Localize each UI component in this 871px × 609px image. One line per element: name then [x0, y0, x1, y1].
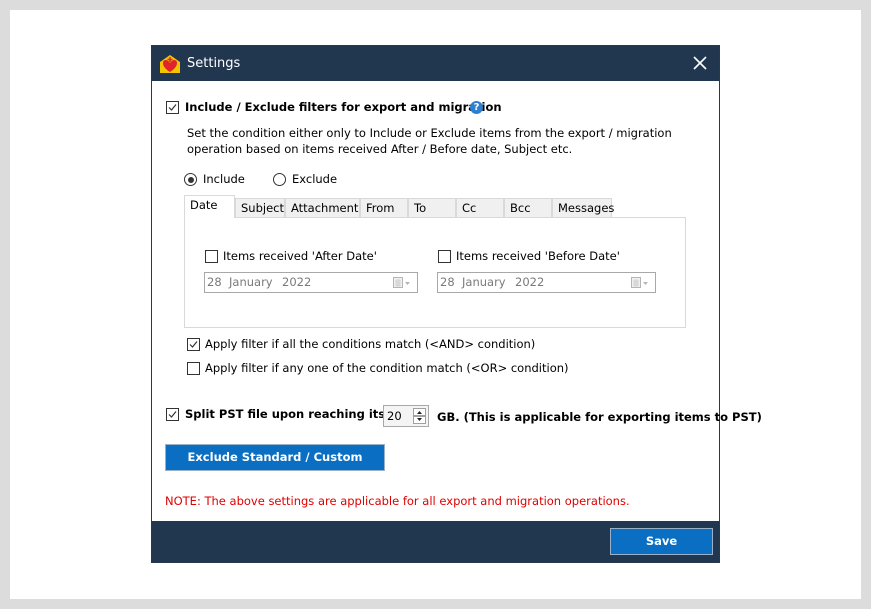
- after-date-label: Items received 'After Date': [223, 249, 377, 263]
- app-logo-icon: [160, 55, 180, 73]
- save-button[interactable]: Save: [610, 528, 713, 555]
- filters-description-line2: operation based on items received After …: [187, 142, 573, 156]
- help-icon[interactable]: ?: [470, 101, 483, 114]
- split-pst-checkbox[interactable]: [166, 408, 179, 421]
- exclude-folders-button[interactable]: Exclude Standard / Custom folders: [165, 444, 385, 489]
- checkmark-icon: [189, 341, 198, 348]
- after-date-month: January: [229, 275, 273, 289]
- split-pst-suffix: GB. (This is applicable for exporting it…: [437, 410, 762, 424]
- and-condition-label: Apply filter if all the conditions match…: [205, 337, 536, 351]
- tab-attachment[interactable]: Attachment: [285, 198, 360, 217]
- before-date-year: 2022: [515, 275, 545, 289]
- after-date-picker[interactable]: 28 January 2022: [204, 272, 418, 293]
- after-date-year: 2022: [282, 275, 312, 289]
- window-title: Settings: [187, 56, 241, 71]
- spin-arrows-icon[interactable]: [413, 408, 426, 424]
- include-radio-label: Include: [203, 172, 245, 186]
- before-date-label: Items received 'Before Date': [456, 249, 620, 263]
- split-size-stepper[interactable]: 20: [383, 405, 429, 427]
- exclude-radio-label: Exclude: [292, 172, 338, 186]
- checkmark-icon: [168, 104, 177, 111]
- calendar-dropdown-icon[interactable]: [393, 277, 411, 289]
- dialog-footer: Save: [152, 521, 719, 562]
- filters-description-line1: Set the condition either only to Include…: [187, 126, 672, 140]
- radio-selected-dot: [187, 176, 194, 183]
- after-date-day: 28: [207, 275, 222, 289]
- tab-messages[interactable]: Messages: [552, 198, 614, 217]
- settings-dialog: Settings Include / Exclude filters for e…: [151, 45, 762, 563]
- or-condition-label: Apply filter if any one of the condition…: [205, 361, 569, 375]
- tab-bcc[interactable]: Bcc: [504, 198, 552, 217]
- filters-enable-checkbox[interactable]: [166, 101, 179, 114]
- filters-enable-label: Include / Exclude filters for export and…: [185, 100, 502, 114]
- before-date-checkbox[interactable]: [438, 250, 451, 263]
- tab-subject[interactable]: Subject: [235, 198, 285, 217]
- close-icon[interactable]: [691, 54, 709, 72]
- before-date-day: 28: [440, 275, 455, 289]
- or-condition-checkbox[interactable]: [187, 362, 200, 375]
- tab-to[interactable]: To: [408, 198, 456, 217]
- before-date-picker[interactable]: 28 January 2022: [437, 272, 656, 293]
- tab-date[interactable]: Date: [184, 195, 235, 218]
- tab-cc[interactable]: Cc: [456, 198, 504, 217]
- split-pst-label: Split PST file upon reaching its size: [185, 407, 415, 421]
- tab-from[interactable]: From: [360, 198, 408, 217]
- split-size-value: 20: [387, 409, 402, 423]
- checkmark-icon: [168, 411, 177, 418]
- calendar-dropdown-icon[interactable]: [631, 277, 649, 289]
- after-date-checkbox[interactable]: [205, 250, 218, 263]
- exclude-radio[interactable]: [273, 173, 286, 186]
- and-condition-checkbox[interactable]: [187, 338, 200, 351]
- include-radio[interactable]: [184, 173, 197, 186]
- before-date-month: January: [462, 275, 506, 289]
- title-bar: Settings: [152, 46, 719, 81]
- note-text: NOTE: The above settings are applicable …: [165, 494, 630, 508]
- date-tab-panel: Items received 'After Date' 28 January 2…: [184, 217, 686, 328]
